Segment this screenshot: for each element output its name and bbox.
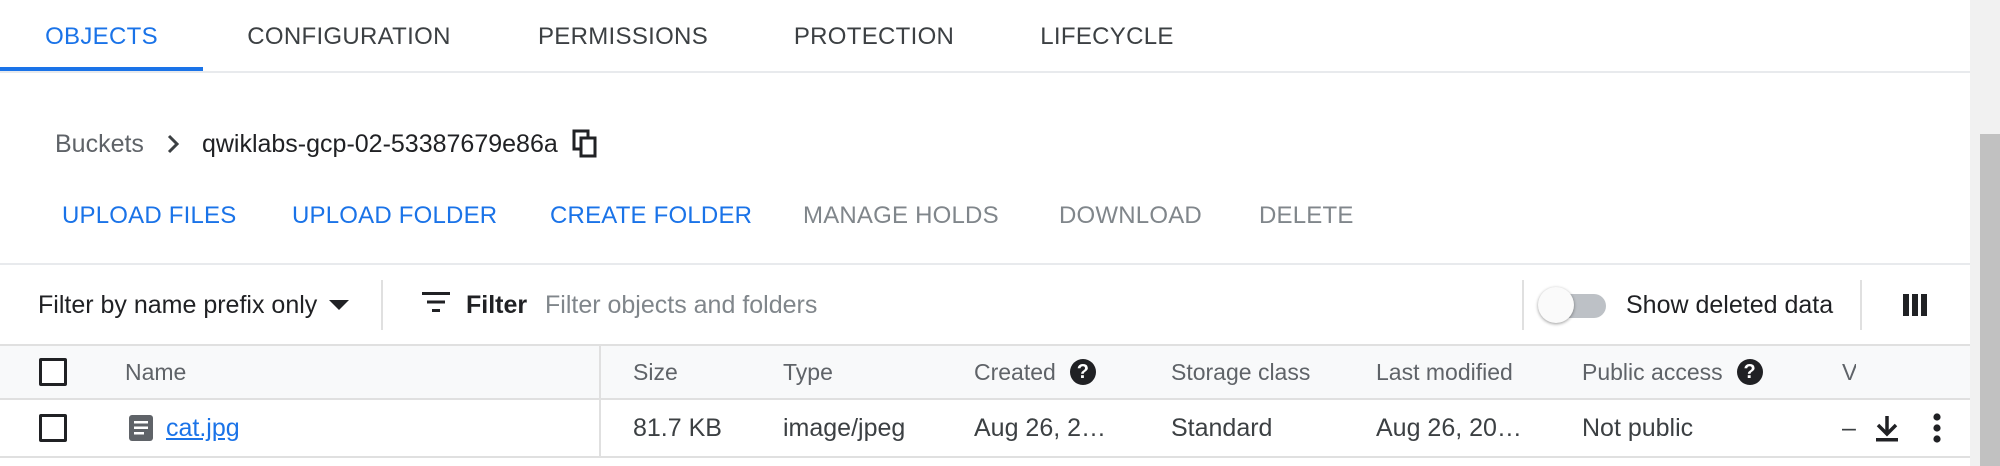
- select-all-checkbox[interactable]: [39, 358, 67, 386]
- file-icon: [128, 414, 154, 442]
- show-deleted-label: Show deleted data: [1626, 290, 1834, 319]
- tab-bar: OBJECTS CONFIGURATION PERMISSIONS PROTEC…: [0, 0, 1970, 73]
- table-header: Name Size Type Created ? Storage class L…: [0, 344, 1970, 400]
- copy-icon[interactable]: [572, 129, 598, 159]
- caret-down-icon: [329, 300, 350, 310]
- column-header-size[interactable]: Size: [633, 346, 678, 398]
- tab-configuration[interactable]: CONFIGURATION: [230, 0, 468, 73]
- divider: [1860, 280, 1862, 330]
- chevron-right-icon: [166, 133, 180, 155]
- create-folder-button[interactable]: CREATE FOLDER: [550, 188, 752, 244]
- upload-files-button[interactable]: UPLOAD FILES: [62, 188, 236, 244]
- row-checkbox-cell: [39, 400, 67, 456]
- column-header-versions[interactable]: V: [1842, 346, 1856, 398]
- manage-holds-button[interactable]: MANAGE HOLDS: [803, 188, 999, 244]
- upload-folder-button[interactable]: UPLOAD FOLDER: [292, 188, 497, 244]
- column-header-public-access-label: Public access: [1582, 358, 1723, 385]
- versions-cell: –: [1842, 413, 1856, 442]
- delete-button[interactable]: DELETE: [1259, 188, 1354, 244]
- action-bar: UPLOAD FILES UPLOAD FOLDER CREATE FOLDER…: [0, 188, 1970, 244]
- tab-permissions[interactable]: PERMISSIONS: [528, 0, 718, 73]
- tab-protection[interactable]: PROTECTION: [784, 0, 964, 73]
- public-access-cell: Not public: [1582, 413, 1694, 442]
- help-icon[interactable]: ?: [1736, 359, 1763, 385]
- column-header-last-modified[interactable]: Last modified: [1376, 346, 1513, 398]
- toggle-knob: [1538, 287, 1574, 323]
- show-deleted-toggle[interactable]: [1538, 286, 1612, 324]
- type-cell: image/jpeg: [783, 413, 906, 442]
- column-divider: [599, 344, 601, 456]
- scrollbar-thumb[interactable]: [1980, 134, 2000, 466]
- select-all-checkbox-cell: [39, 346, 67, 398]
- bucket-details-page: OBJECTS CONFIGURATION PERMISSIONS PROTEC…: [0, 0, 2000, 466]
- filter-icon: [420, 289, 452, 322]
- download-button[interactable]: DOWNLOAD: [1059, 188, 1202, 244]
- download-icon[interactable]: [1872, 400, 1902, 456]
- filter-input[interactable]: [545, 284, 1505, 326]
- help-icon[interactable]: ?: [1069, 359, 1096, 385]
- divider: [381, 280, 383, 330]
- column-display-options-icon[interactable]: [1900, 290, 1930, 320]
- divider: [1522, 280, 1524, 330]
- size-cell: 81.7 KB: [633, 413, 722, 442]
- breadcrumb-buckets-link[interactable]: Buckets: [55, 130, 144, 159]
- column-header-storage-class[interactable]: Storage class: [1171, 346, 1310, 398]
- tab-lifecycle[interactable]: LIFECYCLE: [1034, 0, 1180, 73]
- bucket-name: qwiklabs-gcp-02-53387679e86a: [201, 129, 558, 158]
- last-modified-cell: Aug 26, 20…: [1376, 413, 1522, 442]
- created-cell: Aug 26, 2…: [974, 413, 1107, 442]
- filter-mode-dropdown[interactable]: Filter by name prefix only: [38, 266, 350, 344]
- name-cell: cat.jpg: [128, 400, 240, 456]
- column-header-created-label: Created: [974, 358, 1056, 385]
- row-checkbox[interactable]: [39, 414, 67, 442]
- filter-bar: Filter by name prefix only Filter Show d…: [0, 266, 1970, 344]
- active-tab-indicator: [0, 67, 203, 71]
- table-row[interactable]: cat.jpg 81.7 KB image/jpeg Aug 26, 2… St…: [0, 400, 1970, 458]
- column-header-public-access[interactable]: Public access ?: [1582, 346, 1763, 398]
- column-header-name[interactable]: Name: [125, 346, 186, 398]
- column-header-type[interactable]: Type: [783, 346, 833, 398]
- column-header-created[interactable]: Created ?: [974, 346, 1096, 398]
- filter-button-label: Filter: [466, 290, 528, 319]
- breadcrumb: Buckets qwiklabs-gcp-02-53387679e86a: [55, 124, 598, 164]
- filter-mode-label: Filter by name prefix only: [38, 290, 318, 319]
- divider: [0, 263, 1970, 265]
- storage-class-cell: Standard: [1171, 413, 1273, 442]
- object-name-link[interactable]: cat.jpg: [166, 414, 240, 443]
- tab-objects[interactable]: OBJECTS: [0, 0, 203, 73]
- filter-button[interactable]: Filter: [420, 266, 527, 344]
- more-vert-icon[interactable]: [1932, 400, 1942, 456]
